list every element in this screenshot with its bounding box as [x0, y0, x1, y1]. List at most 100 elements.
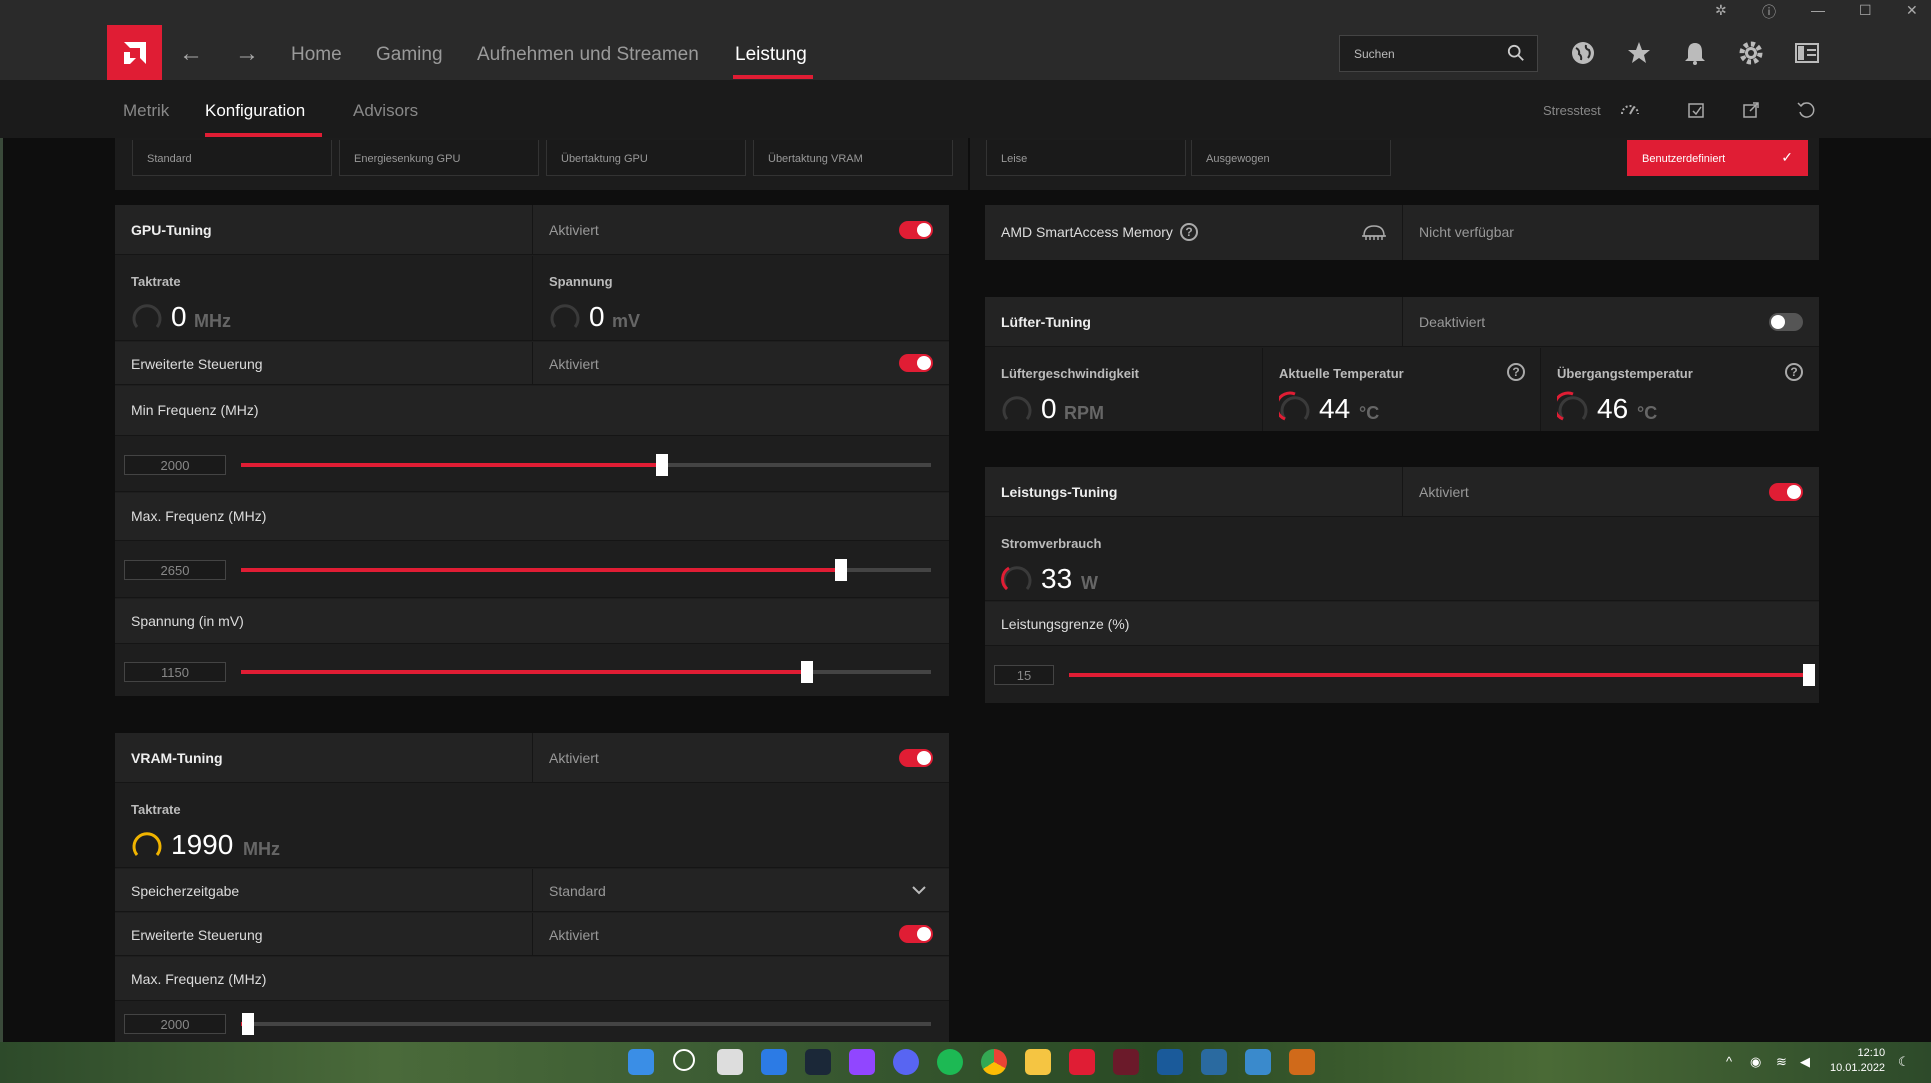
reset-icon[interactable]: [1796, 100, 1816, 120]
back-arrow-icon[interactable]: ←: [179, 40, 203, 68]
wifi-icon[interactable]: ≋: [1776, 1054, 1787, 1070]
taskbar-time: 12:10: [1857, 1047, 1886, 1059]
gpu-advanced-status: Aktiviert: [549, 356, 599, 372]
fan-tuning-toggle[interactable]: [1769, 313, 1803, 331]
app-icon-2[interactable]: [1157, 1049, 1183, 1075]
volt-adj-input[interactable]: 1150: [124, 662, 226, 682]
night-mode-icon[interactable]: ☾: [1898, 1054, 1910, 1070]
steam-icon[interactable]: [805, 1049, 831, 1075]
vram-clock-gauge: [132, 832, 162, 856]
current-temp-value: 44: [1319, 393, 1351, 424]
discord-icon[interactable]: [893, 1049, 919, 1075]
min-freq-input[interactable]: 2000: [124, 455, 226, 475]
amd-logo[interactable]: [107, 25, 162, 80]
vram-clock-unit: MHz: [243, 839, 280, 859]
tab-configuration[interactable]: Konfiguration: [205, 101, 305, 121]
gpu-tuning-toggle[interactable]: [899, 221, 933, 239]
power-limit-input[interactable]: 15: [994, 665, 1054, 685]
chevron-down-icon[interactable]: [912, 885, 926, 895]
nav-active-indicator: [733, 75, 813, 79]
amd-software-taskbar-icon[interactable]: [1069, 1049, 1095, 1075]
power-tuning-toggle[interactable]: [1769, 483, 1803, 501]
volume-icon[interactable]: ◀: [1800, 1054, 1810, 1070]
max-freq-slider[interactable]: [241, 559, 931, 581]
gear-icon[interactable]: [1738, 40, 1764, 66]
min-freq-label-row: Min Frequenz (MHz): [115, 386, 949, 436]
preset-oc-gpu[interactable]: Übertaktung GPU: [546, 140, 746, 176]
vram-max-freq-input[interactable]: 2000: [124, 1014, 226, 1034]
power-limit-slider[interactable]: [1069, 664, 1815, 686]
preset-custom[interactable]: Benutzerdefiniert ✓: [1627, 140, 1808, 176]
tray-chevron-up-icon[interactable]: ^: [1726, 1054, 1732, 1069]
gpu-tuning-header: GPU-Tuning Aktiviert: [115, 205, 949, 255]
junction-temp-help-icon[interactable]: ?: [1785, 363, 1803, 381]
min-freq-slider-thumb[interactable]: [655, 454, 668, 476]
preset-oc-vram[interactable]: Übertaktung VRAM: [753, 140, 953, 176]
fan-speed-value: 0: [1041, 393, 1057, 424]
vram-max-freq-slider-row: 2000: [115, 1002, 949, 1042]
file-explorer-icon[interactable]: [1025, 1049, 1051, 1075]
twitch-icon[interactable]: [849, 1049, 875, 1075]
sidebar-panel-icon[interactable]: [1794, 40, 1820, 66]
speedometer-icon[interactable]: [1620, 100, 1640, 120]
power-limit-slider-thumb[interactable]: [1803, 664, 1815, 686]
tab-advisors[interactable]: Advisors: [353, 101, 418, 121]
fan-tuning-status: Deaktiviert: [1419, 314, 1486, 330]
spotify-icon[interactable]: [937, 1049, 963, 1075]
taskbar-clock[interactable]: 12:10 10.01.2022: [1830, 1046, 1885, 1076]
bug-report-icon[interactable]: ✲: [1715, 2, 1727, 19]
app-window: ← → Home Gaming Aufnehmen und Streamen L…: [0, 0, 1931, 1042]
max-freq-input[interactable]: 2650: [124, 560, 226, 580]
checkmark-icon: ✓: [1781, 149, 1793, 165]
minimize-icon[interactable]: —: [1811, 2, 1825, 18]
volt-adj-slider-thumb[interactable]: [800, 661, 813, 683]
current-temp-label: Aktuelle Temperatur: [1279, 366, 1404, 381]
vram-max-freq-slider-thumb[interactable]: [241, 1013, 254, 1035]
gpu-clock-value: 0: [171, 301, 187, 332]
forward-arrow-icon[interactable]: →: [235, 40, 259, 68]
app-icon-1[interactable]: [1113, 1049, 1139, 1075]
close-icon[interactable]: ✕: [1906, 2, 1918, 19]
preset-standard[interactable]: Standard: [132, 140, 332, 176]
tab-metrics[interactable]: Metrik: [123, 101, 169, 121]
tray-app-icon[interactable]: ◉: [1750, 1054, 1761, 1070]
stresstest-label[interactable]: Stresstest: [1543, 103, 1601, 118]
widgets-icon[interactable]: [761, 1049, 787, 1075]
vram-tuning-toggle[interactable]: [899, 749, 933, 767]
nav-gaming[interactable]: Gaming: [376, 44, 443, 66]
gpu-advanced-toggle[interactable]: [899, 354, 933, 372]
import-icon[interactable]: [1686, 100, 1706, 120]
current-temp-help-icon[interactable]: ?: [1507, 363, 1525, 381]
memory-timing-row: Speicherzeitgabe Standard: [115, 869, 949, 912]
sam-help-icon[interactable]: ?: [1180, 223, 1198, 241]
search-icon[interactable]: [1507, 44, 1525, 62]
maximize-icon[interactable]: ☐: [1859, 2, 1872, 19]
globe-icon[interactable]: [1570, 40, 1596, 66]
preset-custom-label: Benutzerdefiniert: [1642, 153, 1726, 165]
vram-max-freq-slider[interactable]: [241, 1013, 931, 1035]
app-icon-4[interactable]: [1245, 1049, 1271, 1075]
search-input[interactable]: Suchen: [1339, 35, 1538, 72]
nav-performance[interactable]: Leistung: [735, 44, 807, 66]
preset-energy-saving[interactable]: Energiesenkung GPU: [339, 140, 539, 176]
vram-advanced-toggle[interactable]: [899, 925, 933, 943]
max-freq-slider-thumb[interactable]: [835, 559, 848, 581]
memory-timing-select[interactable]: Standard: [549, 883, 606, 899]
export-icon[interactable]: [1741, 100, 1761, 120]
app-icon-5[interactable]: [1289, 1049, 1315, 1075]
nav-record-stream[interactable]: Aufnehmen und Streamen: [477, 44, 699, 66]
task-view-icon[interactable]: [717, 1049, 743, 1075]
chrome-icon[interactable]: [981, 1049, 1007, 1075]
app-icon-3[interactable]: [1201, 1049, 1227, 1075]
preset-quiet[interactable]: Leise: [986, 140, 1186, 176]
preset-balanced[interactable]: Ausgewogen: [1191, 140, 1391, 176]
windows-start-icon[interactable]: [628, 1049, 654, 1075]
bell-icon[interactable]: [1682, 40, 1708, 66]
power-tuning-header: Leistungs-Tuning Aktiviert: [985, 467, 1819, 517]
nav-home[interactable]: Home: [291, 44, 342, 66]
search-taskbar-icon[interactable]: [673, 1049, 695, 1071]
star-icon[interactable]: [1626, 40, 1652, 66]
volt-adj-slider[interactable]: [241, 661, 931, 683]
min-freq-slider[interactable]: [241, 454, 931, 476]
help-icon[interactable]: ⓘ: [1762, 2, 1776, 22]
